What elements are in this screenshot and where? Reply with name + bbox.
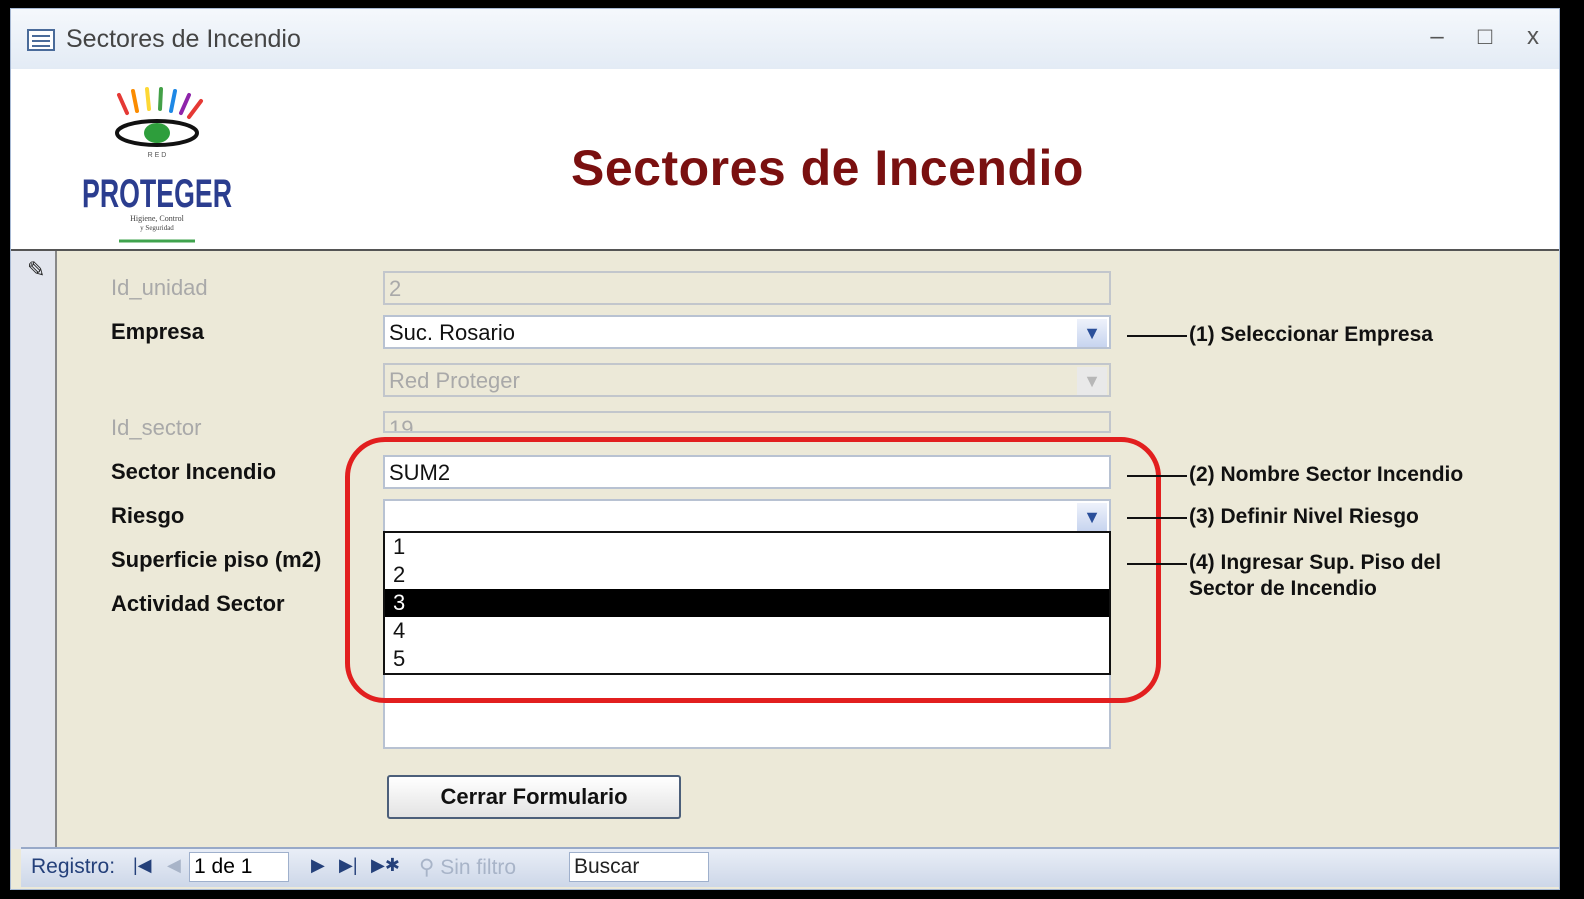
id-unidad-field: 2 — [383, 271, 1111, 305]
registro-label: Registro: — [31, 855, 116, 878]
cerrar-formulario-button[interactable]: Cerrar Formulario — [387, 775, 681, 819]
note-connector — [1127, 517, 1187, 519]
sector-incendio-label: Sector Incendio — [111, 459, 277, 484]
close-button[interactable]: x — [1515, 23, 1551, 51]
highlight-ring — [345, 437, 1161, 703]
funnel-icon: ⚲ — [419, 856, 435, 879]
actividad-label: Actividad Sector — [111, 591, 285, 616]
note-1: (1) Seleccionar Empresa — [1189, 323, 1433, 346]
empresa-parent-dropdown-button: ▼ — [1077, 367, 1107, 395]
note-4-line-2: Sector de Incendio — [1189, 577, 1377, 600]
empresa-combo[interactable]: Suc. Rosario ▼ — [383, 315, 1111, 349]
form-window: Sectores de Incendio – □ x R E D PROTEGE… — [10, 8, 1560, 890]
form-icon — [27, 29, 55, 51]
empresa-parent-value: Red Proteger — [389, 368, 520, 393]
filter-label: Sin filtro — [440, 856, 517, 879]
logo-tagline-1: Higiene, Control — [130, 214, 185, 223]
chevron-down-icon: ▼ — [1083, 323, 1101, 343]
new-record-icon[interactable]: ▶✱ — [371, 855, 400, 876]
id-unidad-label: Id_unidad — [111, 275, 208, 300]
current-record-field[interactable]: 1 de 1 — [189, 852, 289, 882]
record-selector[interactable]: ✎ — [11, 251, 57, 849]
page-title: Sectores de Incendio — [571, 140, 1084, 196]
search-input[interactable]: Buscar — [569, 852, 709, 882]
riesgo-label: Riesgo — [111, 503, 185, 528]
first-record-icon[interactable]: |◀ — [133, 855, 152, 876]
logo-tagline-2: y Seguridad — [140, 224, 174, 232]
logo-small-text: R E D — [148, 152, 167, 159]
pencil-icon: ✎ — [27, 257, 46, 282]
empresa-dropdown-button[interactable]: ▼ — [1077, 319, 1107, 347]
last-record-icon[interactable]: ▶| — [339, 855, 358, 876]
superficie-label: Superficie piso (m2) — [111, 547, 322, 572]
window-title: Sectores de Incendio — [66, 25, 301, 53]
proteger-logo: R E D PROTEGER Higiene, Control y Seguri… — [82, 87, 232, 243]
empresa-value: Suc. Rosario — [389, 320, 515, 345]
maximize-button[interactable]: □ — [1467, 23, 1503, 51]
logo-brand: PROTEGER — [82, 172, 232, 216]
empresa-parent-combo: Red Proteger ▼ — [383, 363, 1111, 397]
note-4-line-1: (4) Ingresar Sup. Piso del — [1189, 551, 1442, 574]
previous-record-icon: ◀ — [167, 855, 181, 875]
id-sector-field: 19 — [383, 411, 1111, 433]
id-sector-label: Id_sector — [111, 415, 202, 440]
note-connector — [1127, 335, 1187, 337]
note-3: (3) Definir Nivel Riesgo — [1189, 505, 1419, 528]
filter-toggle[interactable]: ⚲ Sin filtro — [419, 855, 516, 880]
title-bar: Sectores de Incendio – □ x — [11, 9, 1559, 69]
chevron-down-icon: ▼ — [1083, 371, 1101, 391]
note-connector — [1127, 563, 1187, 565]
empresa-label: Empresa — [111, 319, 204, 344]
next-record-icon[interactable]: ▶ — [311, 855, 325, 876]
note-2: (2) Nombre Sector Incendio — [1189, 463, 1464, 486]
record-navigation-bar: Registro: |◀ ◀ 1 de 1 ▶ ▶| ▶✱ ⚲ Sin filt… — [21, 847, 1559, 887]
note-connector — [1127, 475, 1187, 477]
minimize-button[interactable]: – — [1419, 23, 1455, 51]
